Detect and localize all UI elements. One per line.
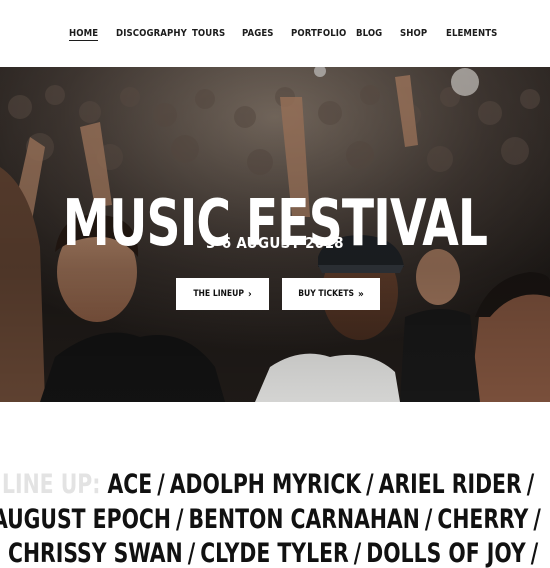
- nav-item-tours[interactable]: TOURS: [192, 28, 225, 39]
- separator: /: [176, 504, 184, 535]
- separator: /: [424, 504, 433, 535]
- hero-banner: MUSIC FESTIVAL 3-6 AUGUST 2018 THE LINEU…: [0, 67, 550, 402]
- the-lineup-button-label: THE LINEUP: [193, 289, 244, 299]
- artist-link[interactable]: CLYDE TYLER: [200, 538, 349, 568]
- nav-item-blog[interactable]: BLOG: [356, 28, 382, 39]
- lineup-row: AUGUST EPOCH / BENTON CARNAHAN / CHERRY /: [0, 503, 541, 537]
- artist-link[interactable]: DOLLS OF JOY: [366, 538, 525, 568]
- buy-tickets-button[interactable]: BUY TICKETS »: [282, 278, 380, 310]
- nav-item-home[interactable]: HOME: [69, 28, 99, 41]
- separator: /: [187, 538, 196, 568]
- lineup-label: LINE UP:: [2, 469, 101, 500]
- artist-link[interactable]: CHERRY: [437, 504, 528, 535]
- separator: /: [533, 504, 541, 535]
- buy-tickets-button-label: BUY TICKETS: [298, 289, 354, 299]
- separator: /: [366, 469, 374, 500]
- artist-link[interactable]: BENTON CARNAHAN: [189, 504, 420, 535]
- double-chevron-right-icon: »: [357, 288, 364, 300]
- nav-item-discography[interactable]: DISCOGRAPHY: [116, 28, 187, 39]
- artist-link[interactable]: CHRISSY SWAN: [8, 538, 183, 568]
- artist-link[interactable]: AUGUST EPOCH: [0, 504, 171, 535]
- nav-item-portfolio[interactable]: PORTFOLIO: [291, 28, 346, 39]
- chevron-right-icon: ›: [247, 288, 252, 300]
- artist-link[interactable]: ACE: [107, 469, 152, 500]
- artist-link[interactable]: ADOLPH MYRICK: [170, 469, 361, 500]
- separator: /: [530, 538, 539, 568]
- nav-item-elements[interactable]: ELEMENTS: [446, 28, 497, 39]
- lineup-row: LINE UP: ACE / ADOLPH MYRICK / ARIEL RIDER /: [2, 468, 534, 502]
- separator: /: [157, 469, 165, 500]
- nav-item-pages[interactable]: PAGES: [242, 28, 274, 39]
- main-nav: HOME DISCOGRAPHY TOURS PAGES PORTFOLIO B…: [0, 0, 550, 67]
- lineup-section: LINE UP: ACE / ADOLPH MYRICK / ARIEL RIDER / …: [0, 466, 550, 568]
- nav-item-shop[interactable]: SHOP: [400, 28, 427, 39]
- lineup-row: CHRISSY SWAN / CLYDE TYLER / DOLLS OF JOY /: [8, 537, 538, 568]
- artist-link[interactable]: ARIEL RIDER: [379, 469, 522, 500]
- separator: /: [526, 469, 535, 500]
- hero-date: 3-6 AUGUST 2018: [206, 234, 344, 252]
- separator: /: [353, 538, 362, 568]
- the-lineup-button[interactable]: THE LINEUP ›: [176, 278, 269, 310]
